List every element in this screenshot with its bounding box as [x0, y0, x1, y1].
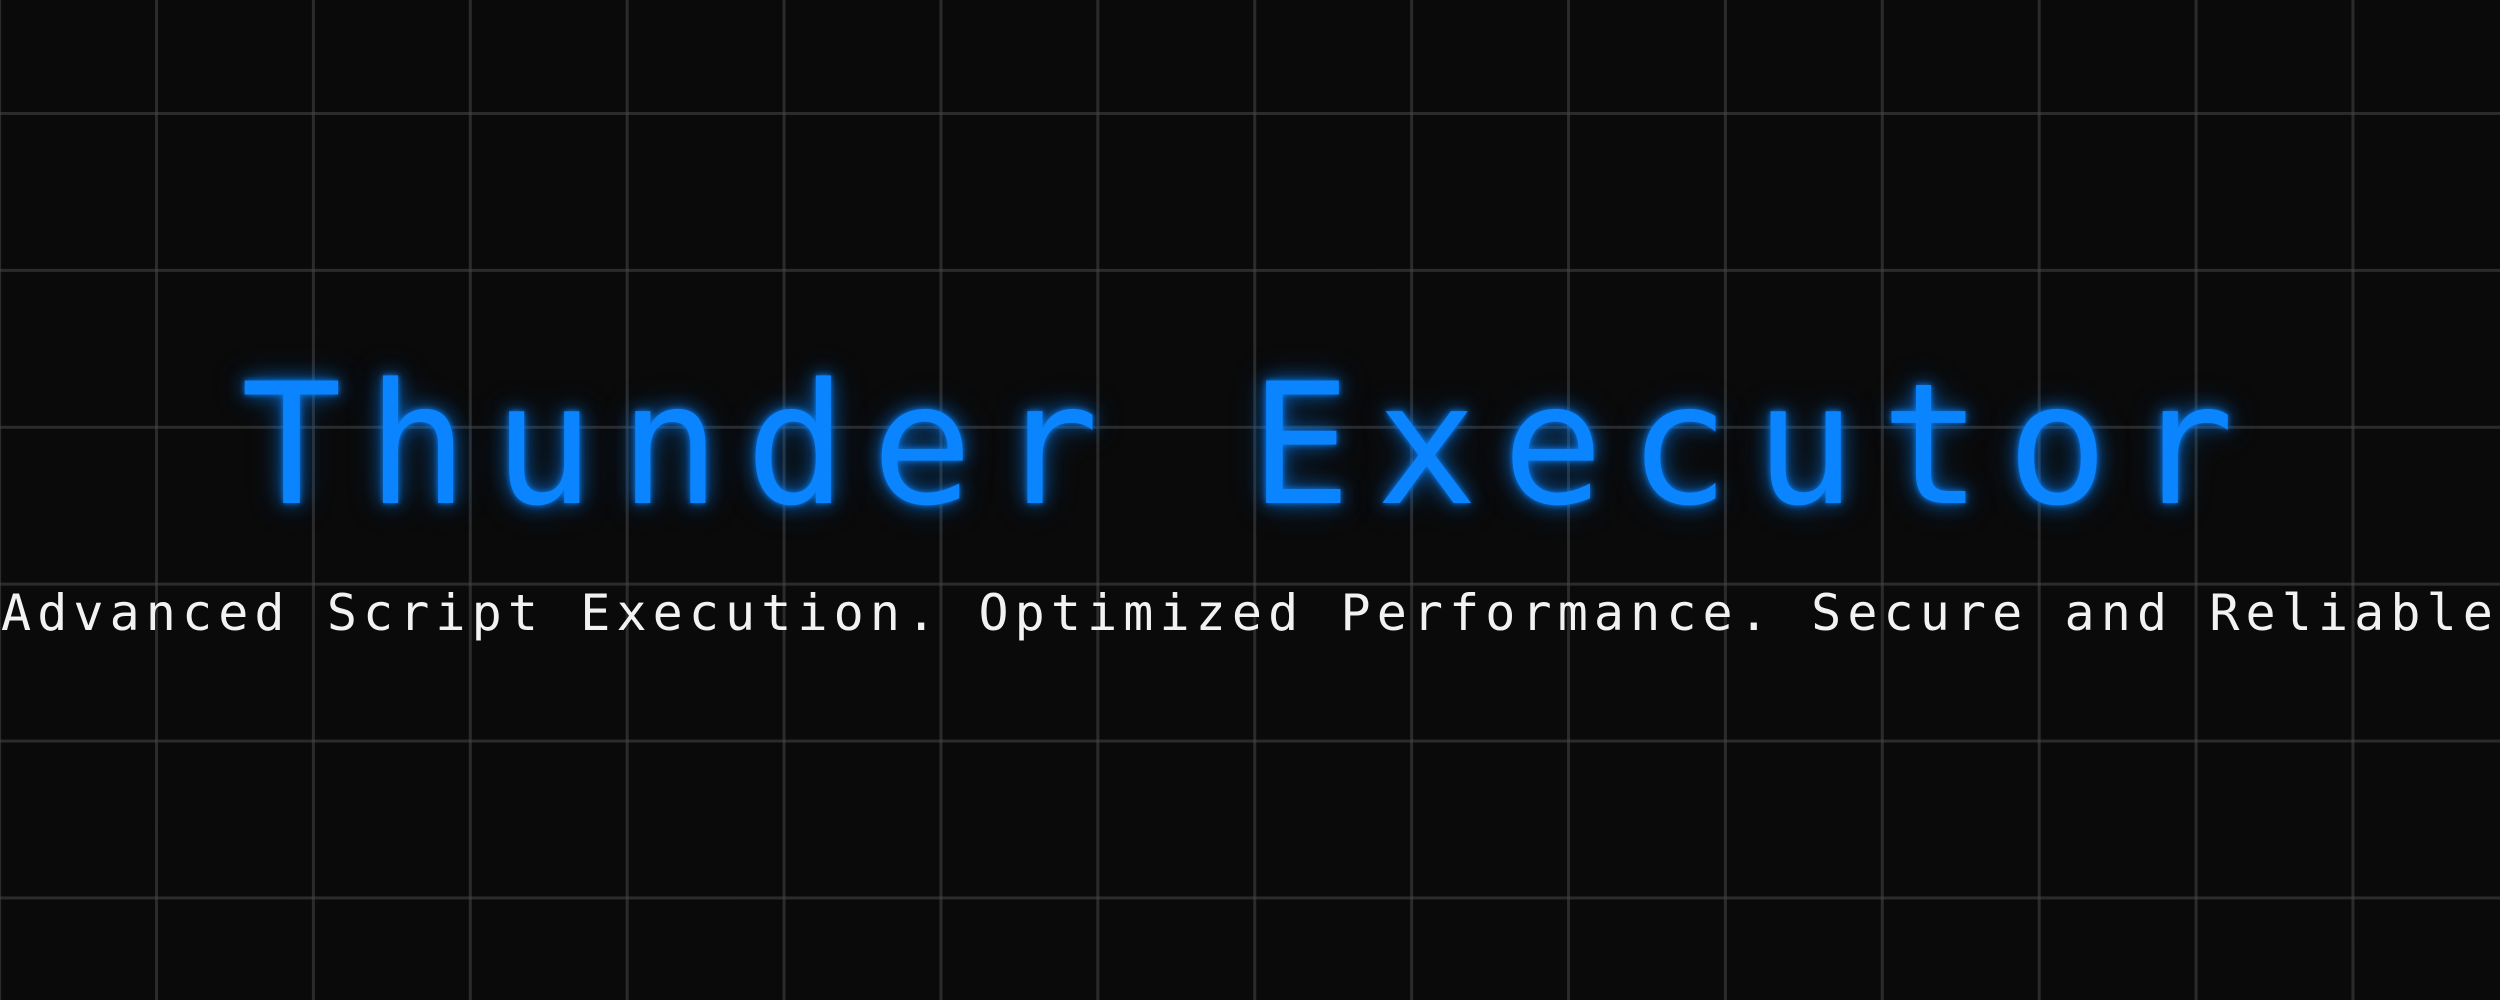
banner-title: Thunder Executor — [240, 347, 2260, 543]
banner: Thunder Executor Advanced Script Executi… — [0, 0, 2500, 1000]
banner-tagline: Advanced Script Execution. Optimized Per… — [1, 584, 2499, 642]
